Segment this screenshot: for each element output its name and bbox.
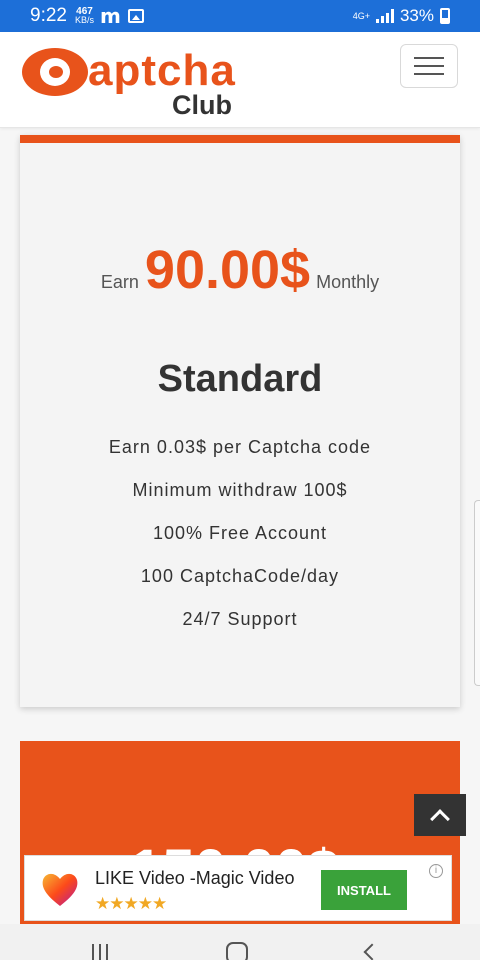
feature-item: Minimum withdraw 100$ xyxy=(132,480,348,500)
network-type: 4G+ xyxy=(352,11,370,21)
system-navigation-bar xyxy=(0,924,480,960)
home-icon[interactable] xyxy=(226,942,248,960)
net-speed-unit: KB/s xyxy=(74,15,94,25)
price-amount: 90.00$ xyxy=(144,240,311,300)
net-speed-indicator: 467 KB/s xyxy=(75,7,94,25)
logo-subtext: Club xyxy=(172,90,232,120)
ad-title: LIKE Video -Magic Video xyxy=(95,868,295,888)
battery-icon xyxy=(440,8,450,24)
period-label: Monthly xyxy=(316,272,380,292)
feature-item: Earn 0.03$ per Captcha code xyxy=(108,437,372,457)
hamburger-menu-button[interactable] xyxy=(400,44,458,88)
chevron-up-icon xyxy=(430,808,450,829)
logo-c-icon xyxy=(22,48,88,96)
site-header: aptcha Club xyxy=(0,32,480,128)
earn-label: Earn xyxy=(100,272,139,292)
signal-icon xyxy=(375,9,394,23)
feature-item: 100 CaptchaCode/day xyxy=(140,566,340,586)
status-time: 9:22 xyxy=(30,5,67,26)
back-icon[interactable] xyxy=(363,943,381,960)
ad-banner[interactable]: LIKE Video -Magic Video ★★★★★ INSTALL i xyxy=(24,855,452,921)
ad-rating-stars: ★★★★★ xyxy=(95,894,167,913)
battery-percent: 33% xyxy=(399,6,434,25)
recent-apps-icon[interactable] xyxy=(92,944,108,960)
pricing-card-standard: Earn 90.00$ Monthly Standard Earn 0.03$ … xyxy=(20,135,460,707)
scroll-to-top-button[interactable] xyxy=(414,794,466,836)
feature-list: Earn 0.03$ per Captcha code Minimum with… xyxy=(20,436,460,651)
like-app-heart-icon xyxy=(42,873,78,906)
plan-name: Standard xyxy=(157,358,323,400)
status-bar: 9:22 467 KB/s m 4G+ 33% xyxy=(0,0,480,32)
feature-item: 24/7 Support xyxy=(182,609,298,629)
notification-m-icon: m xyxy=(100,4,121,28)
hamburger-menu-icon xyxy=(414,57,444,59)
status-right: 4G+ 33% xyxy=(353,6,468,26)
captcha-club-logo[interactable]: aptcha Club xyxy=(22,46,242,120)
feature-item: 100% Free Account xyxy=(152,523,328,543)
side-edge-panel-handle[interactable] xyxy=(474,500,480,686)
ad-info-icon[interactable]: i xyxy=(429,864,443,878)
gallery-notification-icon xyxy=(127,9,144,23)
install-button[interactable]: INSTALL xyxy=(321,870,407,910)
price-line: Earn 90.00$ Monthly xyxy=(20,239,460,301)
logo-text: aptcha xyxy=(88,46,236,95)
